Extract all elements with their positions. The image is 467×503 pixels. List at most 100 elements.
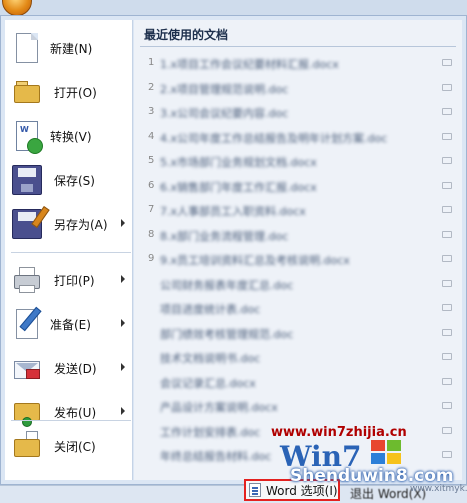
menu-item-label: 转换(V) xyxy=(50,129,92,144)
recent-document-name: 技术文档说明书.doc xyxy=(160,352,261,365)
recent-document-item[interactable]: 4 4.x公司年度工作总结报告及明年计划方案.doc xyxy=(142,128,456,146)
menu-item-label: 打印(P) xyxy=(54,273,95,288)
menu-item-label: 打开(O) xyxy=(54,85,97,100)
pin-icon[interactable] xyxy=(442,83,452,91)
pin-icon[interactable] xyxy=(442,255,452,262)
pin-icon[interactable] xyxy=(442,132,452,140)
recent-document-item[interactable]: 8 8.x部门业务流程管理.doc xyxy=(142,226,456,244)
menu-item-close[interactable]: 关闭(C) xyxy=(5,424,133,468)
recent-documents-title: 最近使用的文档 xyxy=(144,28,229,42)
menu-item-label: 准备(E) xyxy=(50,317,91,332)
pin-icon[interactable] xyxy=(442,59,452,66)
menu-item-save-as[interactable]: 另存为(A) xyxy=(5,202,133,246)
recent-document-name: 项目进度统计表.doc xyxy=(160,303,261,316)
submenu-arrow-icon xyxy=(121,363,125,371)
recent-document-item[interactable]: 项目进度统计表.doc xyxy=(142,299,456,317)
menu-item-prepare[interactable]: 准备(E) xyxy=(5,302,133,346)
menu-item-label: 另存为(A) xyxy=(54,217,108,232)
recent-document-number: 9 xyxy=(148,253,155,264)
recent-document-name: 7.x人事部员工入职资料.docx xyxy=(160,205,306,218)
menu-item-send[interactable]: 发送(D) xyxy=(5,346,133,390)
pin-icon[interactable] xyxy=(442,108,452,115)
recent-document-item[interactable]: 技术文档说明书.doc xyxy=(142,348,456,366)
menu-divider xyxy=(11,252,131,253)
office-button[interactable] xyxy=(2,0,32,16)
pin-icon[interactable] xyxy=(442,304,452,311)
recent-document-item[interactable]: 3 3.x公司会议纪要内容.doc xyxy=(142,103,456,121)
recent-document-number: 4 xyxy=(148,130,155,142)
windows-flag-icon xyxy=(371,440,403,466)
menu-item-open[interactable]: 打开(O) xyxy=(5,70,133,114)
watermark-url: www.win7zhijia.cn xyxy=(271,425,407,440)
recent-document-number: 2 xyxy=(148,81,155,93)
recent-document-name: 1.x项目工作会议纪要材料汇报.docx xyxy=(160,58,339,71)
recent-document-name: 2.x项目管理规范说明.doc xyxy=(160,82,289,96)
pin-icon[interactable] xyxy=(442,181,452,189)
menu-item-label: 发布(U) xyxy=(54,405,97,420)
pin-icon[interactable] xyxy=(442,279,452,287)
recent-document-name: 会议记录汇总.docx xyxy=(160,376,256,390)
command-list: 新建(N) 打开(O) 转换(V) 保存(S) 另存为(A) 打印(P) 准备(… xyxy=(5,20,133,480)
prepare-icon xyxy=(16,309,38,339)
recent-documents-panel: 最近使用的文档 1 1.x项目工作会议纪要材料汇报.docx 2 2.x项目管理规范说… xyxy=(134,20,462,480)
pin-icon[interactable] xyxy=(442,206,452,213)
menu-item-label: 保存(S) xyxy=(54,173,95,188)
pin-icon[interactable] xyxy=(442,157,452,164)
pin-icon[interactable] xyxy=(442,377,452,385)
pin-icon[interactable] xyxy=(442,402,452,409)
new-document-icon xyxy=(16,33,38,63)
pin-icon[interactable] xyxy=(442,426,452,434)
watermark-site-small: www.xitmyk.com xyxy=(410,484,467,494)
close-folder-icon xyxy=(12,431,42,461)
recent-document-name: 工作计划安排表.doc xyxy=(160,425,261,439)
convert-icon xyxy=(16,121,43,154)
recent-document-name: 产品设计方案说明.docx xyxy=(160,401,278,414)
menu-item-save[interactable]: 保存(S) xyxy=(5,158,133,202)
recent-document-item[interactable]: 部门绩效考核管理规范.doc xyxy=(142,324,456,342)
pin-icon[interactable] xyxy=(442,328,452,336)
menu-item-new[interactable]: 新建(N) xyxy=(5,26,133,70)
recent-document-item[interactable]: 产品设计方案说明.docx xyxy=(142,397,456,415)
recent-document-name: 部门绩效考核管理规范.doc xyxy=(160,327,294,341)
open-folder-icon xyxy=(12,77,42,107)
recent-document-number: 1 xyxy=(148,57,155,68)
recent-document-name: 5.x市场部门业务规划文档.docx xyxy=(160,156,317,169)
menu-item-label: 关闭(C) xyxy=(54,439,96,454)
office-menu: 新建(N) 打开(O) 转换(V) 保存(S) 另存为(A) 打印(P) 准备(… xyxy=(0,15,467,485)
word-options-icon xyxy=(249,483,261,497)
recent-document-item[interactable]: 7 7.x人事部员工入职资料.docx xyxy=(142,201,456,219)
recent-document-name: 8.x部门业务流程管理.doc xyxy=(160,229,289,243)
menu-item-print[interactable]: 打印(P) xyxy=(5,258,133,302)
recent-document-item[interactable]: 9 9.x员工培训资料汇总及考核说明.docx xyxy=(142,250,456,268)
pin-icon[interactable] xyxy=(442,451,452,458)
recent-document-name: 9.x员工培训资料汇总及考核说明.docx xyxy=(160,254,350,267)
recent-divider xyxy=(140,46,456,47)
recent-document-number: 5 xyxy=(148,155,155,166)
recent-document-item[interactable]: 会议记录汇总.docx xyxy=(142,373,456,391)
submenu-arrow-icon xyxy=(121,219,125,227)
recent-document-number: 6 xyxy=(148,179,155,191)
recent-document-item[interactable]: 6 6.x销售部门年度工作汇报.docx xyxy=(142,177,456,195)
recent-document-name: 公司财务报表年度汇总.doc xyxy=(160,278,294,292)
submenu-arrow-icon xyxy=(121,407,125,415)
recent-document-item[interactable]: 2 2.x项目管理规范说明.doc xyxy=(142,79,456,97)
menu-item-label: 新建(N) xyxy=(50,41,93,56)
watermark-site: Shenduwin8.com xyxy=(290,466,454,486)
submenu-arrow-icon xyxy=(121,275,125,283)
publish-icon xyxy=(12,397,42,427)
printer-icon xyxy=(12,265,42,295)
recent-document-name: 4.x公司年度工作总结报告及明年计划方案.doc xyxy=(160,131,388,145)
recent-document-item[interactable]: 5 5.x市场部门业务规划文档.docx xyxy=(142,152,456,170)
save-as-icon xyxy=(12,209,42,239)
menu-item-convert[interactable]: 转换(V) xyxy=(5,114,133,158)
recent-document-item[interactable]: 公司财务报表年度汇总.doc xyxy=(142,275,456,293)
recent-document-name: 3.x公司会议纪要内容.doc xyxy=(160,107,289,120)
pin-icon[interactable] xyxy=(442,353,452,360)
submenu-arrow-icon xyxy=(121,319,125,327)
pin-icon[interactable] xyxy=(442,230,452,238)
recent-document-name: 6.x销售部门年度工作汇报.docx xyxy=(160,180,317,194)
recent-document-name: 年终总结报告材料.doc xyxy=(160,450,272,463)
recent-document-number: 8 xyxy=(148,228,155,240)
save-disk-icon xyxy=(12,165,42,195)
recent-document-item[interactable]: 1 1.x项目工作会议纪要材料汇报.docx xyxy=(142,54,456,72)
